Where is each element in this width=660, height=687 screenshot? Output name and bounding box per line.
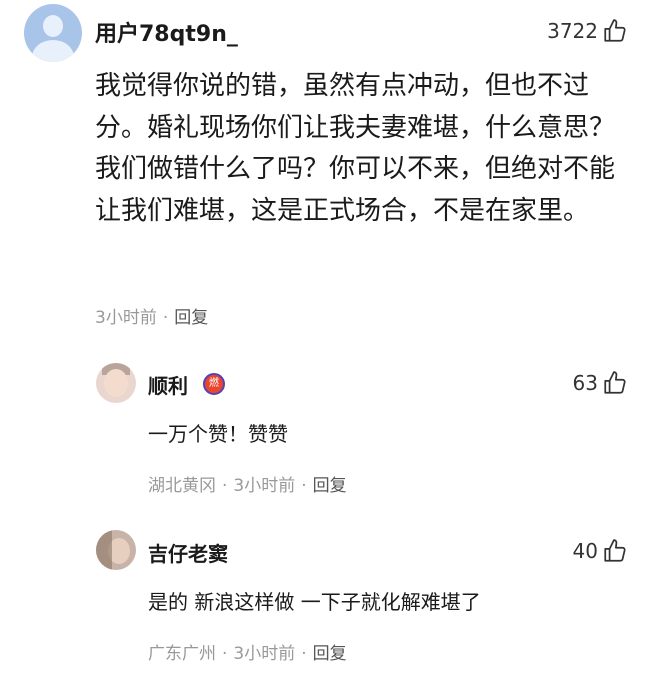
like-button[interactable]: 63 [573, 370, 628, 396]
like-count: 40 [572, 539, 598, 563]
reply-avatar[interactable] [96, 530, 136, 570]
reply-button[interactable]: 回复 [313, 644, 347, 664]
comment-meta: 3小时前 · 回复 [95, 308, 209, 328]
comment-time: 3小时前 [95, 308, 157, 328]
reply-meta: 湖北黄冈 · 3小时前 · 回复 [148, 476, 347, 496]
reply-time: 3小时前 [233, 644, 296, 664]
reply-location: 广东广州 [148, 644, 216, 664]
reply-avatar[interactable] [96, 363, 136, 403]
reply-username[interactable]: 吉仔老窦 [148, 538, 228, 567]
user-badge-icon: 燃 [203, 373, 225, 395]
reply-username[interactable]: 顺利 [148, 370, 188, 399]
thumbs-up-icon [604, 19, 626, 42]
user-avatar[interactable] [24, 4, 82, 62]
thumbs-up-icon [604, 539, 626, 562]
default-user-icon [43, 15, 63, 37]
reply-text: 是的 新浪这样做 一下子就化解难堪了 [148, 590, 481, 614]
like-count: 3722 [547, 19, 598, 43]
reply-meta: 广东广州 · 3小时前 · 回复 [148, 644, 347, 664]
reply-text: 一万个赞！赞赞 [148, 422, 288, 446]
like-count: 63 [572, 371, 598, 395]
thumbs-up-icon [604, 371, 626, 394]
reply-location: 湖北黄冈 [148, 476, 216, 496]
comment-text: 我觉得你说的错，虽然有点冲动，但也不过分。婚礼现场你们让我夫妻难堪，什么意思？我… [95, 71, 616, 226]
reply-button[interactable]: 回复 [313, 476, 347, 496]
reply-button[interactable]: 回复 [174, 308, 208, 328]
like-button[interactable]: 40 [573, 538, 628, 564]
like-button[interactable]: 3722 [547, 18, 628, 44]
comment-username[interactable]: 用户78qt9n_ [95, 16, 238, 48]
reply-time: 3小时前 [233, 476, 296, 496]
